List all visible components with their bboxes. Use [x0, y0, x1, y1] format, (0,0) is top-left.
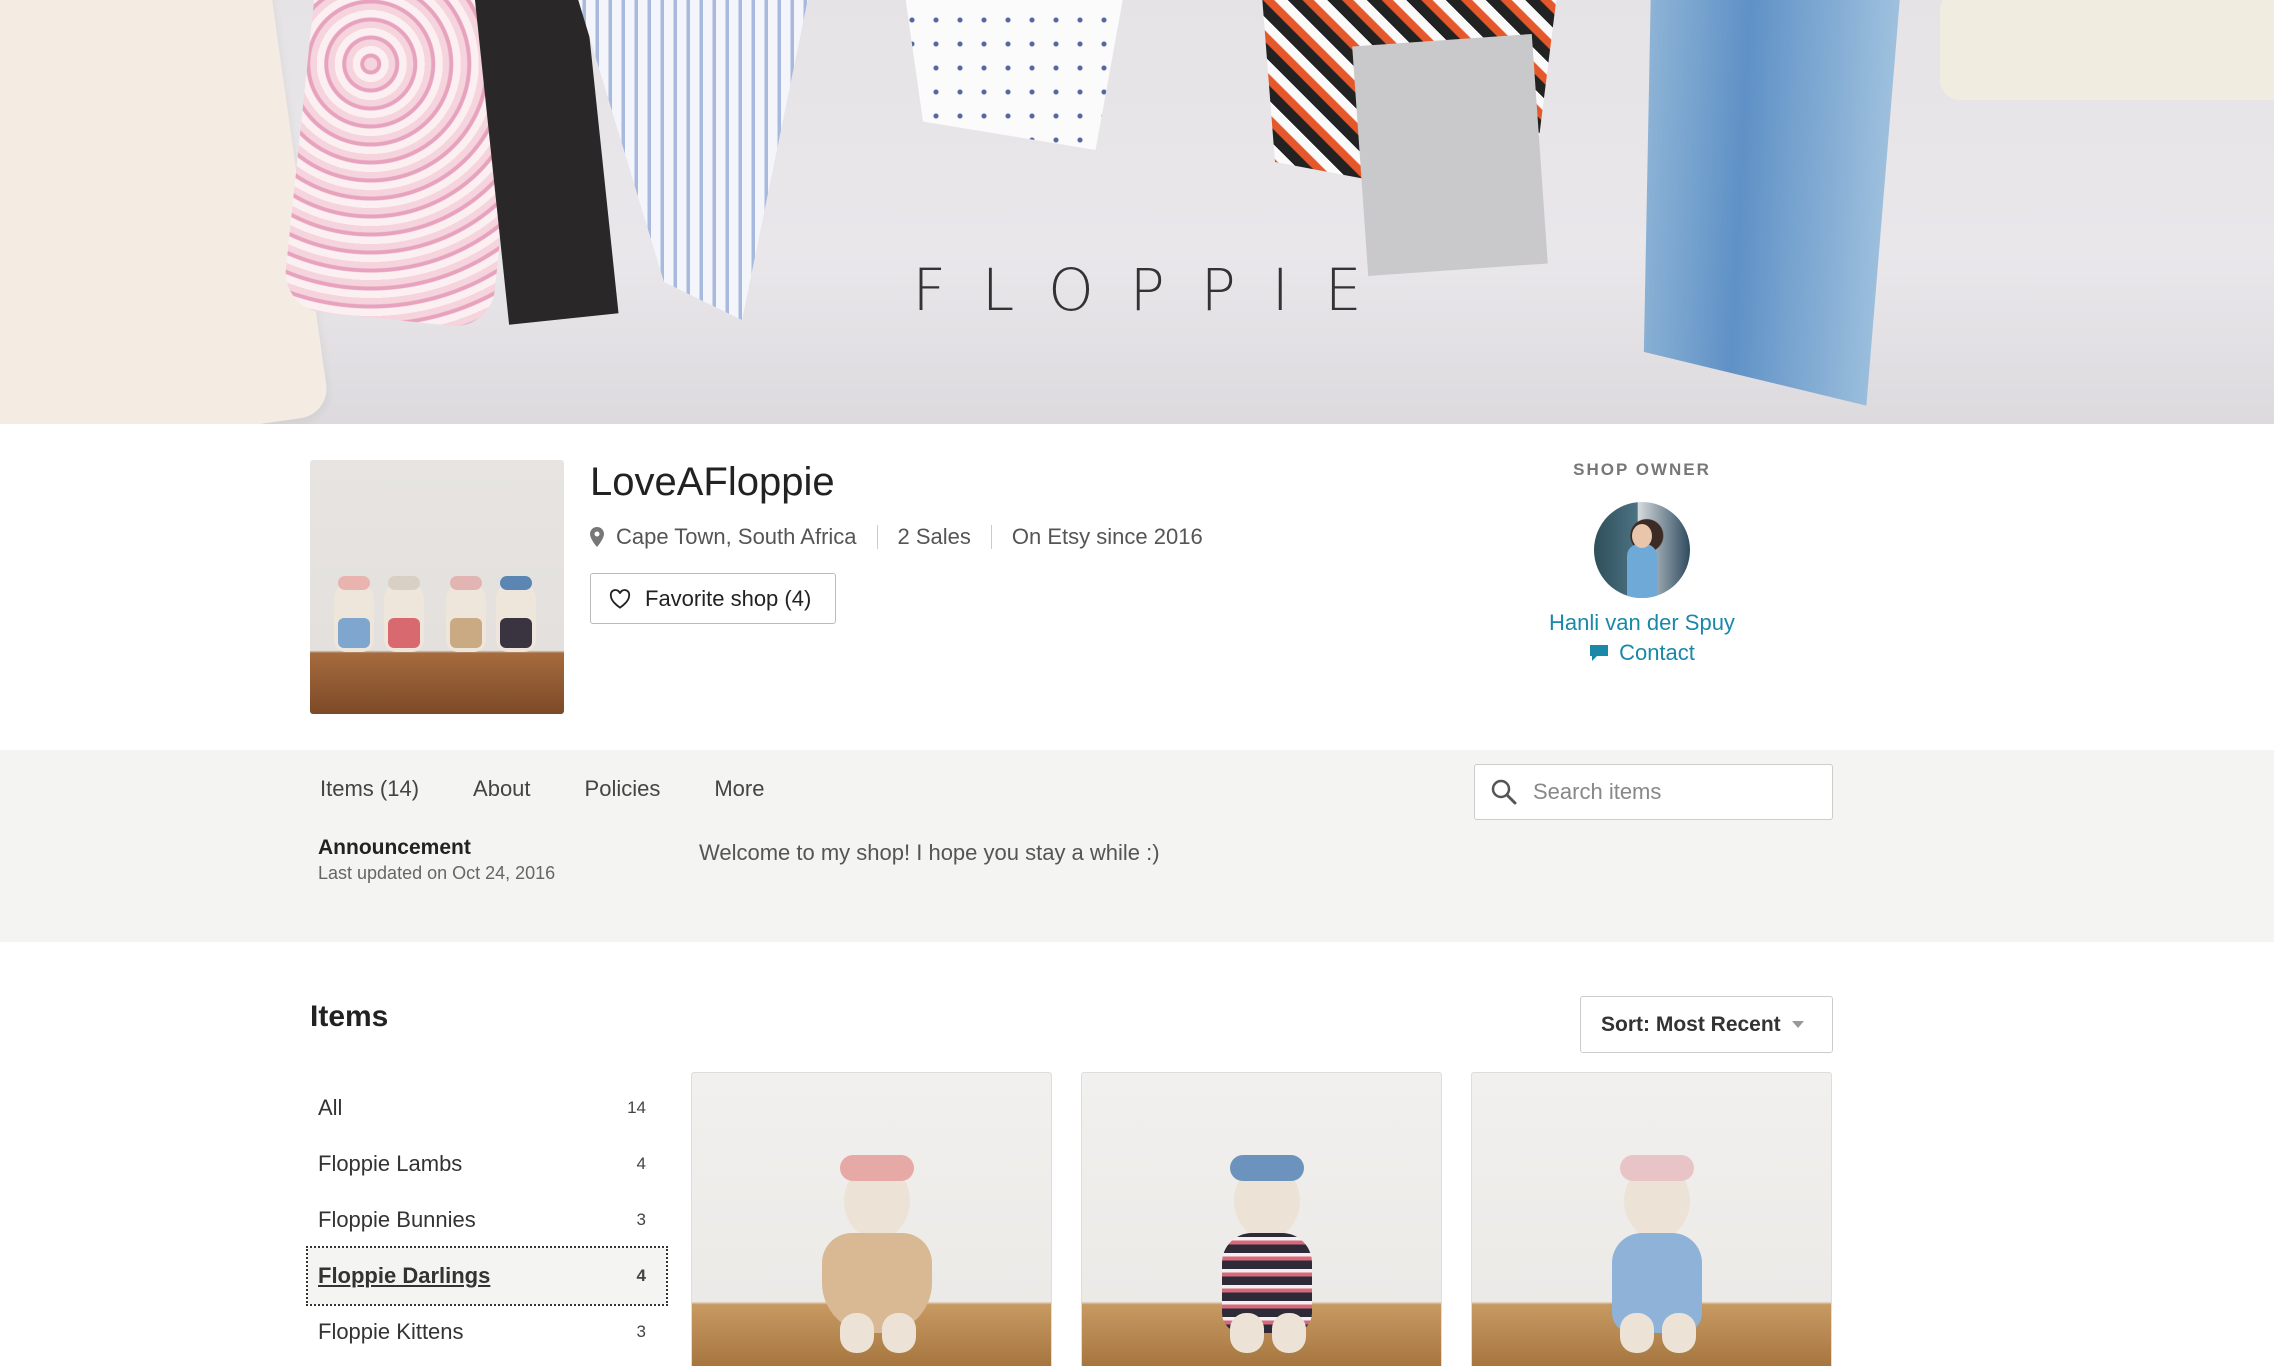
tab-policies[interactable]: Policies [585, 776, 661, 802]
listing-image [1602, 1155, 1712, 1353]
search-icon [1491, 779, 1517, 805]
shop-owner-label: SHOP OWNER [1573, 460, 1711, 479]
listing-grid [691, 1072, 1832, 1366]
message-icon [1590, 645, 1609, 661]
shop-avatar[interactable] [310, 460, 564, 714]
contact-link[interactable]: Contact [1510, 640, 1774, 666]
shop-tabs: Items (14) About Policies More [320, 776, 818, 802]
contact-label: Contact [1619, 640, 1695, 665]
category-item-lambs[interactable]: Floppie Lambs 4 [308, 1136, 666, 1192]
category-item-all[interactable]: All 14 [308, 1080, 666, 1136]
owner-avatar[interactable] [1594, 502, 1690, 598]
chevron-down-icon [1792, 1021, 1804, 1028]
category-item-kittens[interactable]: Floppie Kittens 3 [308, 1304, 666, 1360]
shop-nav-band: Items (14) About Policies More Announcem… [0, 750, 2274, 942]
listing-image [1212, 1155, 1322, 1353]
shop-header: LoveAFloppie Cape Town, South Africa 2 S… [0, 424, 2274, 750]
location-pin-icon [590, 527, 604, 547]
search-input[interactable] [1533, 779, 1813, 805]
category-label: Floppie Bunnies [318, 1207, 476, 1232]
category-count: 14 [627, 1098, 646, 1117]
announcement-text: Welcome to my shop! I hope you stay a wh… [699, 840, 1160, 865]
category-count: 3 [636, 1322, 646, 1341]
sort-dropdown[interactable]: Sort: Most Recent [1580, 996, 1833, 1053]
doll-figure [446, 576, 486, 652]
listing-card[interactable] [1471, 1072, 1832, 1366]
shop-location: Cape Town, South Africa [616, 524, 857, 549]
shop-sales[interactable]: 2 Sales [898, 524, 971, 550]
category-count: 4 [636, 1266, 646, 1285]
tab-more[interactable]: More [714, 776, 764, 802]
fabric-swatch [0, 0, 331, 424]
shop-since: On Etsy since 2016 [1011, 524, 1203, 549]
sort-label: Sort: Most Recent [1601, 1012, 1781, 1036]
category-item-darlings[interactable]: Floppie Darlings 4 [306, 1246, 668, 1306]
tab-items[interactable]: Items (14) [320, 776, 419, 802]
shop-name: LoveAFloppie [590, 460, 835, 504]
heart-icon [609, 588, 631, 609]
category-item-bunnies[interactable]: Floppie Bunnies 3 [308, 1192, 666, 1248]
listing-card[interactable] [1081, 1072, 1442, 1366]
listing-image [822, 1155, 932, 1353]
category-label: All [318, 1095, 343, 1120]
category-label: Floppie Lambs [318, 1151, 463, 1176]
items-heading: Items [310, 1000, 389, 1033]
tab-about[interactable]: About [473, 776, 531, 802]
announcement-title: Announcement [318, 836, 471, 859]
doll-figure [496, 576, 536, 652]
search-box [1474, 764, 1833, 820]
announcement-date: Last updated on Oct 24, 2016 [318, 863, 556, 883]
category-list: All 14 Floppie Lambs 4 Floppie Bunnies 3… [306, 1080, 668, 1360]
fabric-swatch [1352, 34, 1548, 276]
category-count: 3 [636, 1210, 646, 1229]
favorite-shop-button[interactable]: Favorite shop (4) [590, 573, 836, 624]
shop-owner-panel: SHOP OWNER Hanli van der Spuy Contact [1510, 460, 1774, 666]
doll-figure [384, 576, 424, 652]
divider [990, 525, 992, 549]
shop-meta: Cape Town, South Africa 2 Sales On Etsy … [590, 524, 1203, 550]
listing-card[interactable] [691, 1072, 1052, 1366]
doll-figure [334, 576, 374, 652]
favorite-shop-label: Favorite shop (4) [645, 585, 812, 611]
category-count: 4 [636, 1154, 646, 1173]
fabric-swatch [1940, 0, 2274, 100]
category-label: Floppie Kittens [318, 1319, 464, 1344]
divider [876, 525, 878, 549]
shop-banner: FLOPPIE [0, 0, 2274, 424]
fabric-swatch [1629, 0, 1901, 406]
banner-logo: FLOPPIE [912, 256, 1398, 324]
owner-name-link[interactable]: Hanli van der Spuy [1510, 610, 1774, 636]
category-label: Floppie Darlings [318, 1263, 491, 1288]
fabric-swatch [900, 0, 1130, 150]
